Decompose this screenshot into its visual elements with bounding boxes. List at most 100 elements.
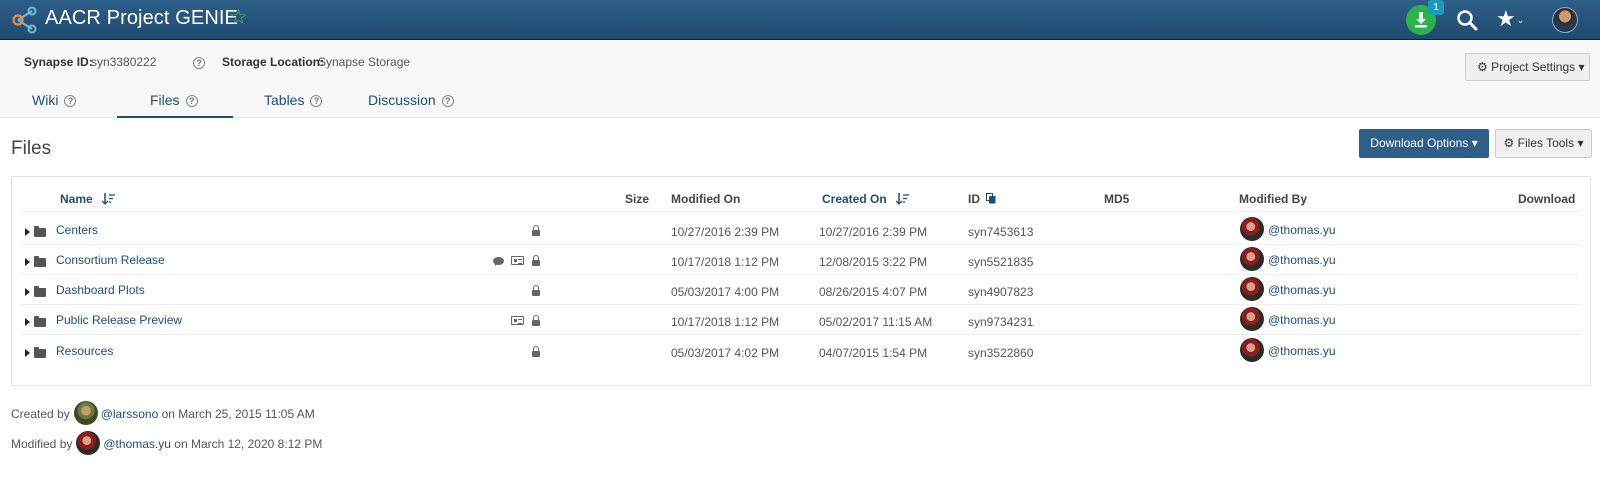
folder-icon — [34, 226, 46, 237]
file-name-link[interactable]: Dashboard Plots — [56, 283, 145, 297]
avatar[interactable] — [1240, 307, 1264, 331]
avatar[interactable] — [1240, 338, 1264, 362]
created-on-cell: 05/02/2017 11:15 AM — [819, 315, 933, 329]
column-header-id: ID — [968, 192, 996, 206]
gear-icon: ⚙ — [1477, 60, 1488, 74]
user-link[interactable]: @thomas.yu — [1268, 283, 1336, 297]
gear-icon: ⚙ — [1503, 136, 1515, 150]
caret-down-icon: ▾ — [1471, 136, 1478, 150]
synapse-logo-icon[interactable] — [12, 6, 38, 34]
help-icon[interactable]: ? — [310, 95, 323, 107]
folder-icon — [34, 347, 46, 358]
file-name-link[interactable]: Public Release Preview — [56, 313, 182, 327]
files-heading: Files — [11, 138, 52, 159]
column-header-modified-by: Modified By — [1239, 192, 1307, 206]
id-cell: syn3522860 — [968, 346, 1034, 360]
tab-wiki-label: Wiki — [32, 92, 59, 108]
modified-on-cell: 10/17/2018 1:12 PM — [671, 315, 780, 329]
modified-by-line: Modified by @thomas.yu on March 12, 2020 … — [11, 431, 322, 455]
column-id-label: ID — [968, 192, 980, 206]
sort-icon[interactable] — [102, 193, 116, 205]
lock-icon — [532, 255, 540, 266]
tab-files-label: Files — [150, 92, 180, 108]
created-on-cell: 12/08/2015 3:22 PM — [819, 255, 928, 269]
lock-icon — [532, 285, 540, 296]
favorite-star-icon[interactable]: ☆ — [229, 5, 248, 30]
tab-files[interactable]: Files? — [150, 92, 198, 108]
sort-icon[interactable] — [896, 193, 910, 205]
tab-tables[interactable]: Tables? — [264, 92, 323, 108]
synapse-id-label: Synapse ID: — [24, 55, 93, 69]
file-name-link[interactable]: Resources — [56, 344, 113, 358]
modified-on-cell: 10/27/2016 2:39 PM — [671, 225, 780, 239]
lock-icon — [532, 346, 540, 357]
tab-tables-label: Tables — [264, 92, 305, 108]
avatar[interactable] — [73, 401, 98, 425]
column-header-name[interactable]: Name — [60, 192, 116, 206]
annotations-icon[interactable] — [511, 316, 524, 325]
files-table — [11, 176, 1591, 386]
help-icon[interactable]: ? — [185, 95, 198, 107]
row-divider — [22, 304, 1580, 305]
files-tools-label: Files Tools — [1517, 136, 1575, 150]
id-cell: syn7453613 — [968, 225, 1034, 239]
modified-date: on March 12, 2020 8:12 PM — [174, 437, 323, 451]
user-link[interactable]: @thomas.yu — [1268, 223, 1336, 237]
files-tools-button[interactable]: ⚙ Files Tools ▾ — [1495, 129, 1592, 158]
expand-arrow-icon[interactable] — [25, 349, 30, 357]
column-name-label: Name — [60, 192, 93, 206]
active-tab-indicator — [117, 116, 233, 118]
star-icon: ★ — [1496, 6, 1516, 31]
storage-location-value: Synapse Storage — [318, 55, 411, 69]
created-on-cell: 08/26/2015 4:07 PM — [819, 285, 928, 299]
user-link[interactable]: @thomas.yu — [1268, 313, 1336, 327]
project-title: AACR Project GENIE — [45, 7, 238, 29]
column-header-download: Download — [1518, 192, 1576, 206]
avatar[interactable] — [1240, 217, 1264, 241]
user-link[interactable]: @thomas.yu — [1268, 253, 1336, 267]
annotations-icon[interactable] — [511, 256, 524, 265]
caret-down-icon: ▾ — [1577, 136, 1584, 150]
download-count-badge: 1 — [1428, 0, 1444, 15]
help-icon[interactable]: ? — [193, 57, 205, 69]
expand-arrow-icon[interactable] — [25, 318, 30, 326]
column-header-modified-on[interactable]: Modified On — [671, 192, 740, 206]
synapse-id-value: syn3380222 — [91, 55, 157, 69]
help-icon[interactable]: ? — [441, 95, 454, 107]
avatar[interactable] — [76, 431, 101, 455]
row-divider — [22, 334, 1580, 335]
expand-arrow-icon[interactable] — [25, 258, 30, 266]
lock-icon — [532, 225, 540, 236]
expand-arrow-icon[interactable] — [25, 288, 30, 296]
favorites-menu[interactable]: ★⌄ — [1496, 6, 1524, 33]
created-by-prefix: Created by — [11, 407, 70, 421]
column-header-size: Size — [625, 192, 650, 206]
avatar[interactable] — [1240, 277, 1264, 301]
file-name-link[interactable]: Consortium Release — [56, 253, 165, 267]
search-icon[interactable] — [1456, 9, 1478, 31]
download-options-button[interactable]: Download Options ▾ — [1359, 129, 1489, 158]
project-settings-button[interactable]: ⚙ Project Settings ▾ — [1465, 53, 1590, 81]
tab-wiki[interactable]: Wiki? — [32, 92, 77, 108]
user-avatar[interactable] — [1552, 7, 1578, 33]
id-cell: syn4907823 — [968, 285, 1034, 299]
copy-icon[interactable] — [986, 193, 996, 204]
file-name-link[interactable]: Centers — [56, 223, 98, 237]
column-header-created-on[interactable]: Created On — [822, 192, 910, 206]
tab-discussion-label: Discussion — [368, 92, 436, 108]
modified-by-user-link[interactable]: @thomas.yu — [103, 437, 171, 451]
chevron-down-icon: ⌄ — [1516, 15, 1525, 26]
folder-icon — [34, 256, 46, 267]
avatar[interactable] — [1240, 247, 1264, 271]
tab-discussion[interactable]: Discussion? — [368, 92, 454, 108]
download-options-label: Download Options — [1370, 136, 1469, 150]
created-by-user-link[interactable]: @larssono — [101, 407, 159, 421]
discussion-icon[interactable] — [493, 257, 504, 266]
help-icon[interactable]: ? — [64, 95, 77, 107]
created-on-cell: 10/27/2016 2:39 PM — [819, 225, 928, 239]
modified-by-prefix: Modified by — [11, 437, 73, 451]
user-link[interactable]: @thomas.yu — [1268, 344, 1336, 358]
created-date: on March 25, 2015 11:05 AM — [161, 407, 315, 421]
expand-arrow-icon[interactable] — [25, 228, 30, 236]
caret-down-icon: ▾ — [1578, 60, 1585, 74]
